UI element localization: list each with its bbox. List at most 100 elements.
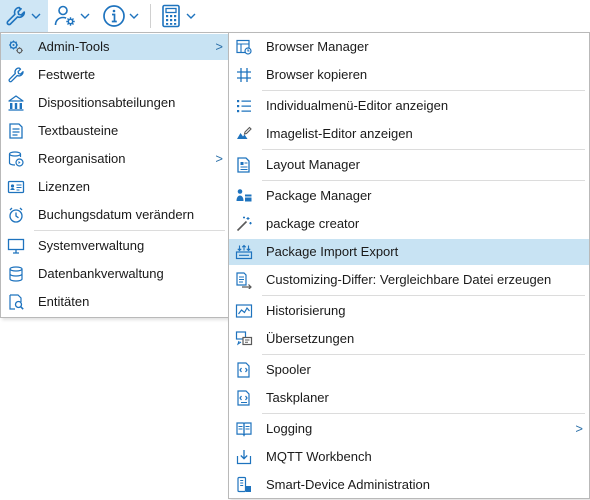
menu-item-label: Lizenzen <box>38 179 91 194</box>
menu-item-label: Datenbankverwaltung <box>38 266 164 281</box>
menu-item-label: Browser kopieren <box>266 67 368 82</box>
menu-item-label: Buchungsdatum verändern <box>38 207 195 222</box>
clock-icon <box>7 206 25 224</box>
menu-item-label: Customizing-Differ: Vergleichbare Datei … <box>266 272 552 287</box>
menu-item-dispositionsabteilungen[interactable]: Dispositionsabteilungen <box>1 90 229 116</box>
menu-item-admin-tools[interactable]: Admin-Tools > <box>1 34 229 60</box>
menu-item-label: Logging <box>266 421 313 436</box>
tools-menu-button[interactable] <box>0 0 48 32</box>
menu-item-festwerte[interactable]: Festwerte <box>1 62 229 88</box>
calculator-button[interactable] <box>158 0 204 32</box>
menu-separator <box>262 90 585 91</box>
browser-manager-icon <box>235 38 253 56</box>
smart-device-icon <box>235 476 253 494</box>
monitor-icon <box>7 237 25 255</box>
menu-item-label: Package Import Export <box>266 244 399 259</box>
menu-item-package-manager[interactable]: Package Manager <box>229 183 589 209</box>
menu-separator <box>262 413 585 414</box>
package-manager-icon <box>235 187 253 205</box>
spooler-icon <box>235 361 253 379</box>
menu-item-label: Entitäten <box>38 294 90 309</box>
menu-item-datenbankverwaltung[interactable]: Datenbankverwaltung <box>1 261 229 287</box>
menu-item-logging[interactable]: Logging > <box>229 416 589 442</box>
list-icon <box>235 97 253 115</box>
calculator-icon <box>158 3 184 29</box>
diff-icon <box>235 271 253 289</box>
menu-item-individualmenue-editor[interactable]: Individualmenü-Editor anzeigen <box>229 93 589 119</box>
menu-item-label: package creator <box>266 216 360 231</box>
menu-item-taskplaner[interactable]: Taskplaner <box>229 385 589 411</box>
menu-separator <box>262 354 585 355</box>
menu-item-label: Dispositionsabteilungen <box>38 95 176 110</box>
user-settings-button[interactable] <box>52 0 98 32</box>
mqtt-icon <box>235 448 253 466</box>
menu-item-package-creator[interactable]: package creator <box>229 211 589 237</box>
menu-item-reorganisation[interactable]: Reorganisation > <box>1 146 229 172</box>
menu-item-uebersetzungen[interactable]: Übersetzungen <box>229 326 589 352</box>
menu-item-historisierung[interactable]: Historisierung <box>229 298 589 324</box>
layout-icon <box>235 156 253 174</box>
menu-separator <box>262 149 585 150</box>
menu-item-label: MQTT Workbench <box>266 449 372 464</box>
menu-item-label: Browser Manager <box>266 39 369 54</box>
history-chart-icon <box>235 302 253 320</box>
hierarchy-icon <box>7 94 25 112</box>
license-card-icon <box>7 178 25 196</box>
menu-item-label: Festwerte <box>38 67 96 82</box>
tools-dropdown-menu: Admin-Tools > Festwerte Dispositionsabte… <box>0 32 230 318</box>
wrench-icon <box>7 66 25 84</box>
toolbar <box>0 0 590 32</box>
menu-item-systemverwaltung[interactable]: Systemverwaltung <box>1 233 229 259</box>
menu-item-mqtt-workbench[interactable]: MQTT Workbench <box>229 444 589 470</box>
info-icon <box>101 3 127 29</box>
admin-tools-submenu: Browser Manager Browser kopieren Individ… <box>228 32 590 499</box>
menu-item-lizenzen[interactable]: Lizenzen <box>1 174 229 200</box>
menu-separator <box>34 230 225 231</box>
entity-search-icon <box>7 293 25 311</box>
menu-item-label: Imagelist-Editor anzeigen <box>266 126 413 141</box>
import-export-icon <box>235 243 253 261</box>
menu-item-label: Übersetzungen <box>266 331 355 346</box>
menu-item-smart-device-admin[interactable]: Smart-Device Administration <box>229 472 589 498</box>
menu-separator <box>262 180 585 181</box>
menu-item-label: Historisierung <box>266 303 346 318</box>
menu-item-package-import-export[interactable]: Package Import Export <box>229 239 589 265</box>
menu-item-entitaeten[interactable]: Entitäten <box>1 289 229 315</box>
image-edit-icon <box>235 125 253 143</box>
menu-item-browser-manager[interactable]: Browser Manager <box>229 34 589 60</box>
menu-item-imagelist-editor[interactable]: Imagelist-Editor anzeigen <box>229 121 589 147</box>
menu-item-label: Systemverwaltung <box>38 238 145 253</box>
chevron-down-icon <box>29 3 43 29</box>
logging-icon <box>235 420 253 438</box>
chevron-down-icon <box>184 3 198 29</box>
gears-icon <box>7 38 25 56</box>
menu-item-label: Reorganisation <box>38 151 126 166</box>
text-block-icon <box>7 122 25 140</box>
menu-item-label: Individualmenü-Editor anzeigen <box>266 98 449 113</box>
grid-copy-icon <box>235 66 253 84</box>
user-settings-icon <box>52 3 78 29</box>
menu-separator <box>262 295 585 296</box>
submenu-arrow-icon: > <box>215 151 223 166</box>
menu-item-label: Smart-Device Administration <box>266 477 430 492</box>
reorganize-icon <box>7 150 25 168</box>
task-planner-icon <box>235 389 253 407</box>
wrench-icon <box>3 3 29 29</box>
chevron-down-icon <box>127 3 141 29</box>
menu-item-textbausteine[interactable]: Textbausteine <box>1 118 229 144</box>
menu-item-customizing-differ[interactable]: Customizing-Differ: Vergleichbare Datei … <box>229 267 589 293</box>
menu-item-spooler[interactable]: Spooler <box>229 357 589 383</box>
menu-item-label: Layout Manager <box>266 157 360 172</box>
menu-item-browser-kopieren[interactable]: Browser kopieren <box>229 62 589 88</box>
menu-item-label: Spooler <box>266 362 311 377</box>
menu-item-buchungsdatum[interactable]: Buchungsdatum verändern <box>1 202 229 228</box>
menu-item-label: Taskplaner <box>266 390 329 405</box>
database-icon <box>7 265 25 283</box>
translation-icon <box>235 330 253 348</box>
submenu-arrow-icon: > <box>575 421 583 436</box>
menu-item-label: Package Manager <box>266 188 372 203</box>
magic-wand-icon <box>235 215 253 233</box>
menu-item-layout-manager[interactable]: Layout Manager <box>229 152 589 178</box>
info-button[interactable] <box>101 0 147 32</box>
submenu-arrow-icon: > <box>215 39 223 54</box>
